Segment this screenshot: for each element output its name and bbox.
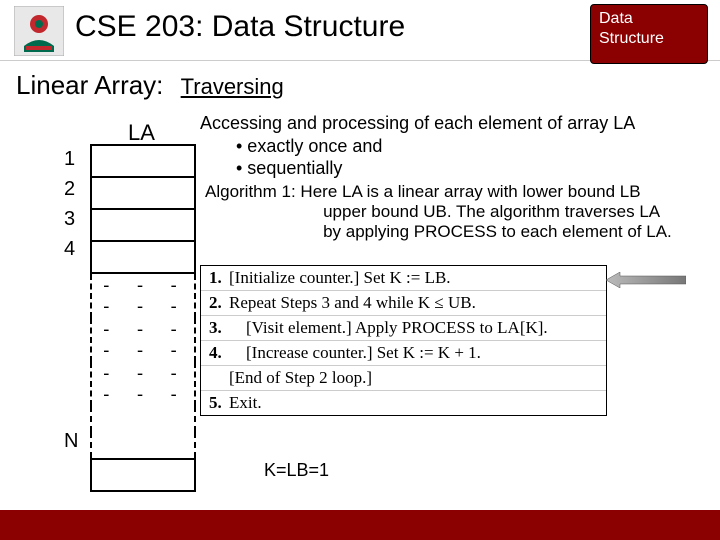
slide-header: CSE 203: Data Structure Data Structure (0, 0, 720, 61)
ellipsis-row: - - - - - - (91, 273, 195, 318)
algo-step: 5.Exit. (201, 391, 606, 415)
section-label: Linear Array: (16, 70, 163, 100)
array-index: 2 (64, 178, 75, 201)
array-index: 1 (64, 148, 75, 171)
badge-line2: Structure (599, 30, 664, 47)
definition-bullet: • sequentially (236, 157, 635, 180)
algo-step: [End of Step 2 loop.] (201, 366, 606, 391)
array-index: 3 (64, 208, 75, 231)
array-index: 4 (64, 238, 75, 261)
algo-intro-line: upper bound UB. The algorithm traverses … (205, 202, 672, 222)
algorithm-steps-box: 1.[Initialize counter.] Set K := LB. 2.R… (200, 265, 607, 416)
section-heading: Linear Array: Traversing (16, 70, 284, 101)
counter-state: K=LB=1 (264, 460, 329, 481)
array-index-last: N (64, 430, 78, 453)
course-title: CSE 203: Data Structure (75, 10, 405, 44)
badge-line1: Data (599, 10, 633, 27)
topic-badge: Data Structure (590, 4, 708, 64)
traversal-definition: Accessing and processing of each element… (200, 112, 635, 180)
university-logo (14, 6, 64, 56)
array-name: LA (128, 120, 155, 146)
algo-step: 2.Repeat Steps 3 and 4 while K ≤ UB. (201, 291, 606, 316)
algo-step: 4. [Increase counter.] Set K := K + 1. (201, 341, 606, 366)
algo-intro-line: by applying PROCESS to each element of L… (205, 222, 672, 242)
array-cells: - - - - - - - - - - - - - - - - - - (90, 144, 196, 492)
ellipsis-row: - - - - - - (91, 362, 195, 406)
section-topic: Traversing (181, 74, 284, 99)
algo-intro-line: Algorithm 1: Here LA is a linear array w… (205, 182, 672, 202)
current-step-arrow-icon (606, 272, 686, 288)
definition-bullet: • exactly once and (236, 135, 635, 158)
ellipsis-row: - - - - - - (91, 318, 195, 362)
algo-step: 1.[Initialize counter.] Set K := LB. (201, 266, 606, 291)
algo-step: 3. [Visit element.] Apply PROCESS to LA[… (201, 316, 606, 341)
slide-footer-bar (0, 510, 720, 540)
definition-line: Accessing and processing of each element… (200, 112, 635, 135)
algorithm-intro: Algorithm 1: Here LA is a linear array w… (205, 182, 672, 242)
